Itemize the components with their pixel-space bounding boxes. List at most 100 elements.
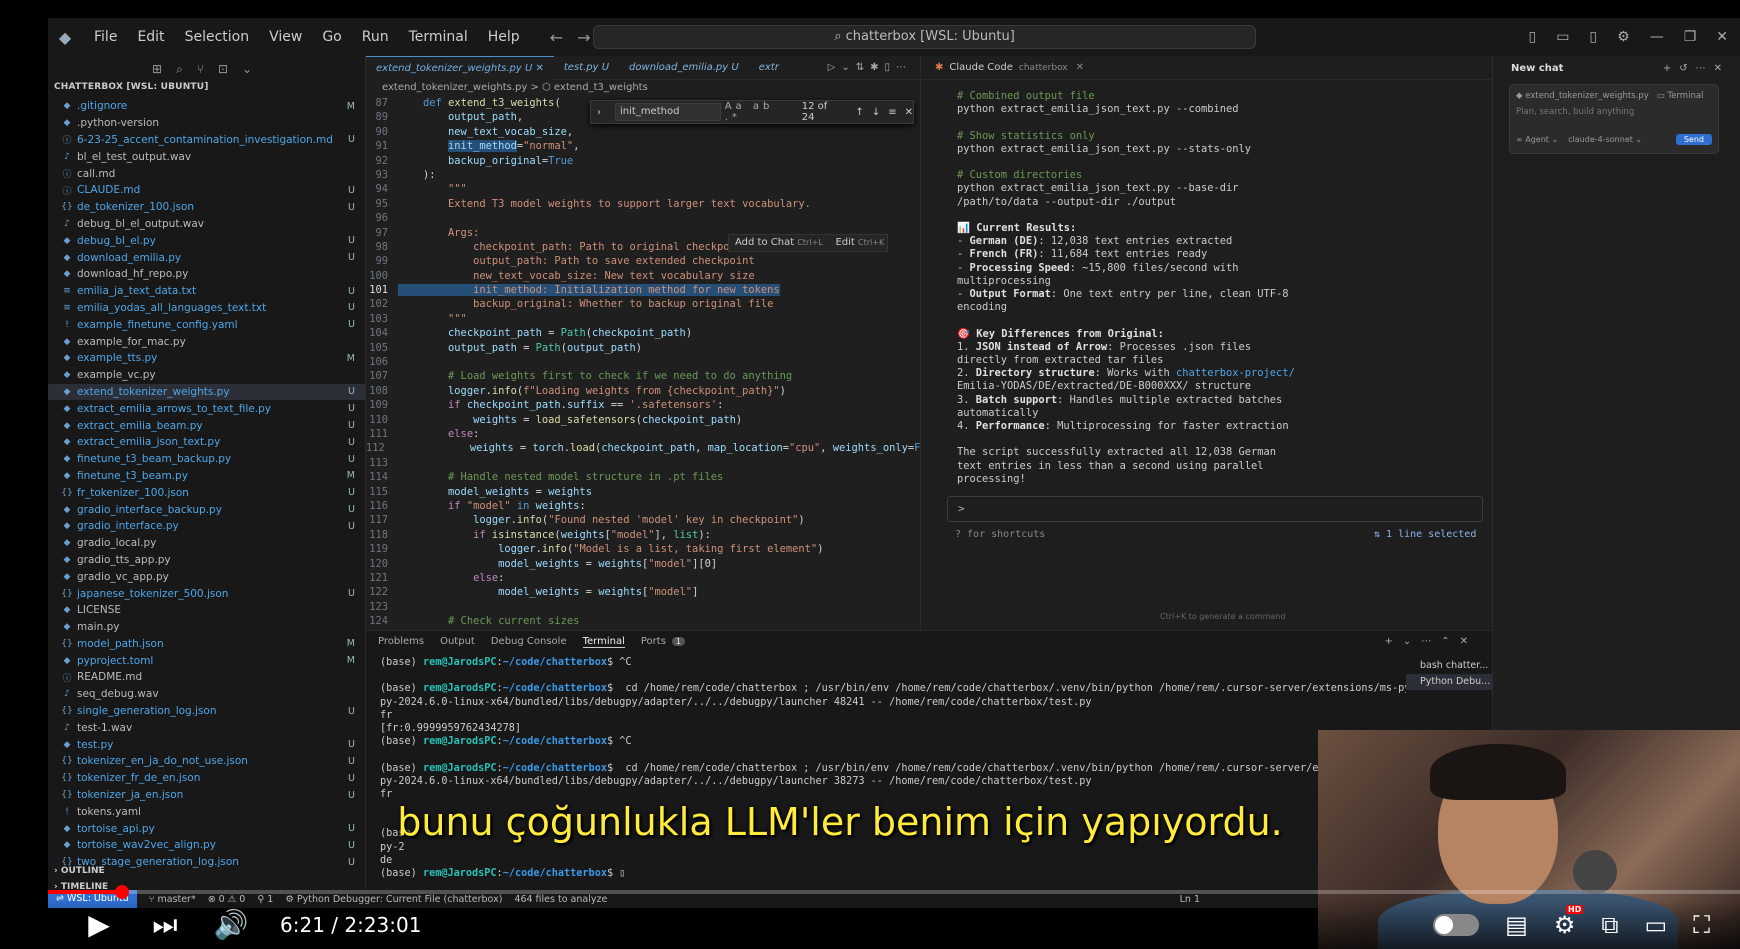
close-icon[interactable]: ✕ bbox=[1076, 62, 1084, 73]
file-item[interactable]: {} tokenizer_fr_de_en.json U bbox=[48, 770, 365, 787]
terminal-output[interactable]: (base) rem@JarodsPC:~/code/chatterbox$ ^… bbox=[366, 652, 1406, 890]
file-item[interactable]: {} tokenizer_en_ja_do_not_use.json U bbox=[48, 753, 365, 770]
play-icon[interactable]: ▶ bbox=[66, 908, 132, 941]
find-options-icon[interactable]: Aa ab .* bbox=[725, 101, 794, 123]
file-item[interactable]: ◆ LICENSE bbox=[48, 602, 365, 619]
new-chat-title[interactable]: New chat bbox=[1511, 63, 1563, 74]
file-item[interactable]: {} de_tokenizer_100.json U bbox=[48, 199, 365, 216]
tab-problems[interactable]: Problems bbox=[378, 636, 424, 647]
settings-gear-icon[interactable]: ⚙ HD bbox=[1554, 904, 1584, 939]
file-item[interactable]: {} model_path.json M bbox=[48, 636, 365, 653]
theater-mode-icon[interactable]: ▭ bbox=[1645, 911, 1668, 939]
toggle-panel-icon[interactable]: ▭ bbox=[1556, 29, 1569, 45]
find-input[interactable]: init_method bbox=[615, 103, 721, 121]
menu-view[interactable]: View bbox=[261, 29, 310, 45]
claude-title[interactable]: Claude Code bbox=[949, 62, 1013, 73]
file-item[interactable]: ♪ seq_debug.wav bbox=[48, 686, 365, 703]
file-item[interactable]: ⓘ CLAUDE.md U bbox=[48, 182, 365, 199]
file-item[interactable]: ≡ emilia_yodas_all_languages_text.txt U bbox=[48, 300, 365, 317]
close-icon[interactable]: ✕ bbox=[536, 63, 544, 74]
menu-edit[interactable]: Edit bbox=[129, 29, 172, 45]
close-find-icon[interactable]: ✕ bbox=[905, 107, 913, 118]
file-item[interactable]: ◆ .python-version bbox=[48, 115, 365, 132]
terminal-item-bash[interactable]: bash chatter... bbox=[1406, 658, 1492, 674]
file-item[interactable]: ◆ extract_emilia_beam.py U bbox=[48, 417, 365, 434]
close-window-icon[interactable]: ✕ bbox=[1716, 29, 1728, 45]
file-item[interactable]: ⓘ 6-23-25_accent_contamination_investigat… bbox=[48, 132, 365, 149]
file-item[interactable]: ◆ example_for_mac.py bbox=[48, 333, 365, 350]
file-item[interactable]: ♪ bl_el_test_output.wav bbox=[48, 148, 365, 165]
tab-output[interactable]: Output bbox=[440, 636, 475, 647]
editor-actions[interactable]: ▷⌄⇅✱▯⋯ bbox=[828, 62, 920, 73]
send-button[interactable]: Send bbox=[1675, 134, 1712, 145]
file-item[interactable]: ♪ debug_bl_el_output.wav bbox=[48, 216, 365, 233]
tab-terminal[interactable]: Terminal bbox=[582, 636, 625, 648]
forward-arrow-icon[interactable]: → bbox=[577, 28, 590, 47]
breadcrumb[interactable]: extend_tokenizer_weights.py > ⬡ extend_t… bbox=[366, 80, 920, 96]
source-control-icon[interactable]: ⑂ bbox=[197, 62, 204, 76]
file-item[interactable]: ◆ example_vc.py bbox=[48, 367, 365, 384]
file-item[interactable]: ◆ download_emilia.py U bbox=[48, 249, 365, 266]
file-item[interactable]: ⓘ call.md bbox=[48, 165, 365, 182]
file-item[interactable]: ◆ gradio_vc_app.py bbox=[48, 568, 365, 585]
tab-test-py[interactable]: test.py U bbox=[554, 56, 619, 80]
tab-debug-console[interactable]: Debug Console bbox=[491, 636, 567, 647]
file-item[interactable]: ◆ gradio_interface_backup.py U bbox=[48, 501, 365, 518]
tab-extend-tokenizer-weights[interactable]: extend_tokenizer_weights.py U ✕ bbox=[366, 55, 554, 80]
autoplay-toggle[interactable] bbox=[1433, 913, 1480, 936]
terminal-item-python-debug[interactable]: Python Debu... bbox=[1406, 674, 1492, 690]
menu-file[interactable]: File bbox=[86, 29, 125, 45]
command-center-search[interactable]: ⌕ chatterbox [WSL: Ubuntu] bbox=[593, 25, 1256, 49]
menu-terminal[interactable]: Terminal bbox=[401, 29, 476, 45]
menu-run[interactable]: Run bbox=[354, 29, 397, 45]
file-item[interactable]: ◆ example_tts.py M bbox=[48, 350, 365, 367]
file-item[interactable]: ◆ test.py U bbox=[48, 736, 365, 753]
arrow-down-icon[interactable]: ↓ bbox=[872, 107, 880, 118]
arrow-up-icon[interactable]: ↑ bbox=[855, 107, 863, 118]
explorer-title[interactable]: CHATTERBOX [WSL: UBUNTU] bbox=[48, 82, 365, 98]
file-item[interactable]: ◆ gradio_tts_app.py bbox=[48, 552, 365, 569]
file-item[interactable]: ◆ finetune_t3_beam.py M bbox=[48, 468, 365, 485]
file-item[interactable]: ◆ finetune_t3_beam_backup.py U bbox=[48, 451, 365, 468]
toggle-secondary-sidebar-icon[interactable]: ▯ bbox=[1589, 29, 1597, 45]
menu-selection[interactable]: Selection bbox=[177, 29, 258, 45]
file-item[interactable]: ◆ main.py bbox=[48, 619, 365, 636]
search-icon[interactable]: ⌕ bbox=[176, 62, 183, 77]
toggle-sidebar-icon[interactable]: ▯ bbox=[1528, 29, 1536, 45]
file-item[interactable]: ◆ gradio_interface.py U bbox=[48, 518, 365, 535]
chevron-right-icon[interactable]: › bbox=[597, 107, 601, 118]
menu-help[interactable]: Help bbox=[480, 29, 528, 45]
minimize-icon[interactable]: — bbox=[1650, 29, 1664, 45]
settings-gear-icon[interactable]: ⚙ bbox=[1617, 29, 1630, 45]
file-item[interactable]: ◆ extract_emilia_json_text.py U bbox=[48, 434, 365, 451]
add-to-chat-button[interactable]: Add to Chat Ctrl+L bbox=[735, 237, 823, 248]
menu-go[interactable]: Go bbox=[314, 29, 349, 45]
file-item[interactable]: ◆ download_hf_repo.py bbox=[48, 266, 365, 283]
file-item[interactable]: ◆ extract_emilia_arrows_to_text_file.py U bbox=[48, 400, 365, 417]
back-arrow-icon[interactable]: ← bbox=[550, 28, 563, 47]
file-item[interactable]: ◆ .gitignore M bbox=[48, 98, 365, 115]
extensions-icon[interactable]: ⊡ bbox=[218, 62, 228, 76]
tab-ports[interactable]: Ports 1 bbox=[641, 636, 686, 647]
file-item[interactable]: ◆ gradio_local.py bbox=[48, 535, 365, 552]
video-progress-bar[interactable] bbox=[48, 885, 1740, 899]
tab-extr[interactable]: extr bbox=[749, 56, 789, 80]
model-dropdown[interactable]: claude-4-sonnet ⌄ bbox=[1568, 135, 1642, 144]
file-item[interactable]: {} japanese_tokenizer_500.json U bbox=[48, 585, 365, 602]
edit-button[interactable]: Edit Ctrl+K bbox=[835, 237, 884, 248]
miniplayer-icon[interactable]: ⧉ bbox=[1601, 911, 1618, 939]
volume-icon[interactable]: 🔊 bbox=[198, 908, 264, 941]
outline-section[interactable]: › OUTLINE bbox=[48, 866, 365, 882]
timeline-section[interactable]: › TIMELINE bbox=[48, 882, 365, 890]
chat-actions[interactable]: +↺⋯✕ bbox=[1663, 63, 1740, 74]
file-item[interactable]: {} fr_tokenizer_100.json U bbox=[48, 484, 365, 501]
new-file-icon[interactable]: ⊞ bbox=[152, 62, 162, 76]
context-terminal-chip[interactable]: ▭ Terminal bbox=[1657, 91, 1704, 101]
chevron-down-icon[interactable]: ⌄ bbox=[242, 62, 252, 76]
restore-icon[interactable]: ❐ bbox=[1684, 29, 1697, 45]
tab-download-emilia[interactable]: download_emilia.py U bbox=[619, 56, 749, 80]
panel-actions[interactable]: +⌄⋯⌃✕ bbox=[1384, 636, 1492, 647]
file-item[interactable]: ⓘ README.md bbox=[48, 669, 365, 686]
captions-icon[interactable]: ▤ bbox=[1505, 911, 1528, 939]
fullscreen-icon[interactable]: ⛶ bbox=[1693, 911, 1710, 939]
